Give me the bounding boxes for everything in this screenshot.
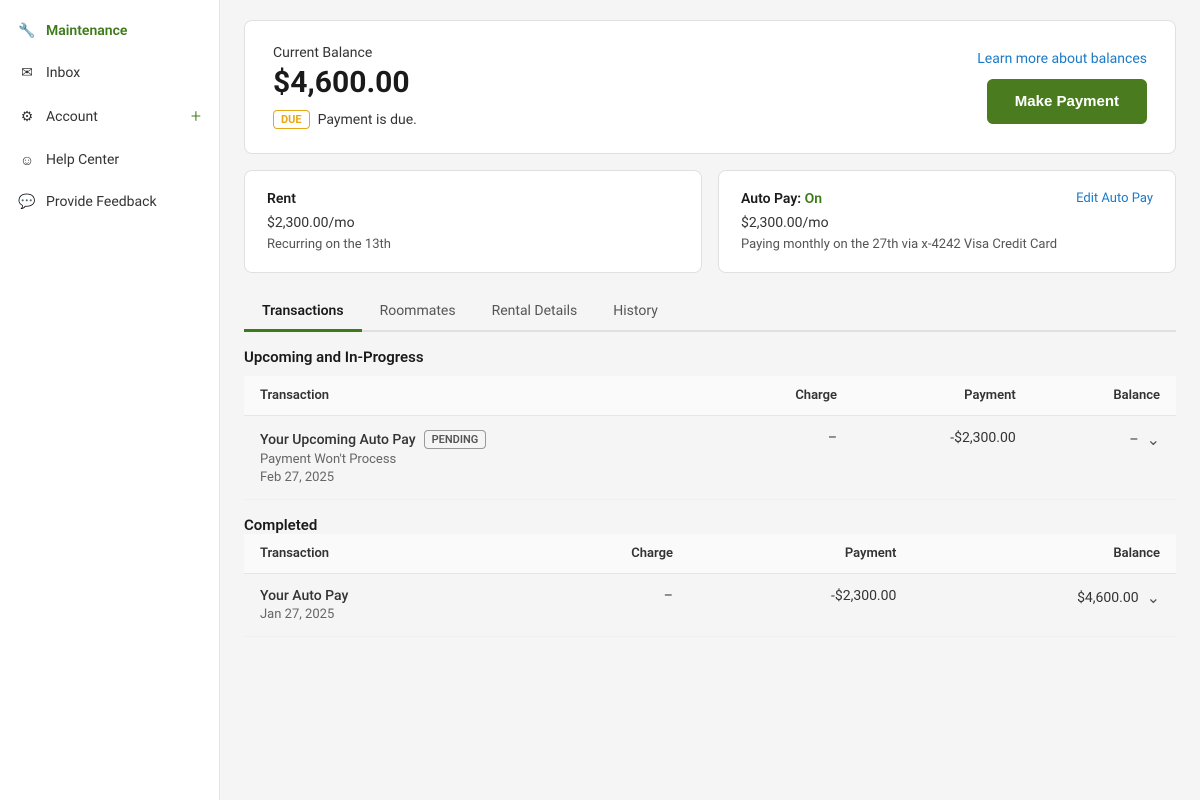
balance-label: Current Balance [273,45,417,61]
make-payment-button[interactable]: Make Payment [987,79,1147,124]
tabs-bar: Transactions Roommates Rental Details Hi… [244,293,1176,332]
tab-history[interactable]: History [595,293,676,332]
upcoming-tx-sub1: Payment Won't Process [260,452,702,467]
balance-amount: $4,600.00 [273,65,417,100]
table-row: Your Auto Pay Jan 27, 2025 – -$2,300.00 … [244,574,1176,637]
upcoming-heading: Upcoming and In-Progress [244,332,1176,376]
completed-heading: Completed [244,500,1176,534]
rent-amount: $2,300.00/mo [267,215,679,231]
rent-recurring: Recurring on the 13th [267,237,679,252]
table-row: Your Upcoming Auto Pay PENDING Payment W… [244,416,1176,500]
sidebar-item-provide-feedback[interactable]: 💬 Provide Feedback [0,181,219,223]
info-cards-row: Rent $2,300.00/mo Recurring on the 13th … [244,170,1176,273]
help-icon: ☺ [18,151,36,169]
sidebar-item-help-center[interactable]: ☺ Help Center [0,139,219,181]
rent-title: Rent [267,191,679,207]
chevron-down-icon[interactable]: ⌄ [1147,588,1160,607]
rent-card: Rent $2,300.00/mo Recurring on the 13th [244,170,702,273]
balance-card: Current Balance $4,600.00 DUE Payment is… [244,20,1176,154]
tab-roommates[interactable]: Roommates [362,293,474,332]
autopay-description: Paying monthly on the 27th via x-4242 Vi… [741,237,1153,252]
learn-more-link[interactable]: Learn more about balances [977,51,1147,67]
completed-table: Transaction Charge Payment Balance Your … [244,534,1176,637]
edit-autopay-link[interactable]: Edit Auto Pay [1076,191,1153,206]
due-text: Payment is due. [318,112,417,128]
col-payment-completed: Payment [689,534,912,574]
col-balance-completed: Balance [912,534,1176,574]
sidebar-item-maintenance[interactable]: 🔧 Maintenance [0,10,219,52]
completed-tx-payment: -$2,300.00 [689,574,912,637]
completed-tx-balance: $4,600.00 ⌄ [912,574,1176,637]
due-row: DUE Payment is due. [273,110,417,129]
balance-actions: Learn more about balances Make Payment [977,51,1147,124]
upcoming-tx-payment: -$2,300.00 [853,416,1032,500]
upcoming-section: Upcoming and In-Progress Transaction Cha… [244,332,1176,500]
upcoming-tx-balance: – ⌄ [1032,416,1176,500]
completed-tx-name-cell: Your Auto Pay Jan 27, 2025 [244,574,520,637]
autopay-amount: $2,300.00/mo [741,215,1153,231]
upcoming-tx-charge: – [718,416,853,500]
sidebar-item-account[interactable]: ⚙ Account + [0,94,219,139]
gear-icon: ⚙ [18,108,36,126]
col-charge-completed: Charge [520,534,689,574]
pending-badge: PENDING [424,430,487,449]
completed-tx-sub1: Jan 27, 2025 [260,607,504,622]
upcoming-tx-name: Your Upcoming Auto Pay PENDING [260,430,702,449]
completed-section: Completed Transaction Charge Payment Bal… [244,500,1176,637]
balance-info: Current Balance $4,600.00 DUE Payment is… [273,45,417,129]
autopay-header: Auto Pay: On Edit Auto Pay [741,191,1153,215]
tab-transactions[interactable]: Transactions [244,293,362,332]
col-payment-upcoming: Payment [853,376,1032,416]
upcoming-tx-sub2: Feb 27, 2025 [260,470,702,485]
feedback-icon: 💬 [18,193,36,211]
main-content: Current Balance $4,600.00 DUE Payment is… [220,0,1200,800]
chevron-down-icon[interactable]: ⌄ [1147,430,1160,449]
tab-rental-details[interactable]: Rental Details [474,293,596,332]
tool-icon: 🔧 [18,22,36,40]
inbox-icon: ✉ [18,64,36,82]
col-transaction-completed: Transaction [244,534,520,574]
autopay-status: On [805,191,822,207]
completed-tx-name: Your Auto Pay [260,588,504,604]
upcoming-table: Transaction Charge Payment Balance Your … [244,376,1176,500]
col-balance-upcoming: Balance [1032,376,1176,416]
due-badge: DUE [273,110,310,129]
completed-tx-charge: – [520,574,689,637]
sidebar-item-inbox[interactable]: ✉ Inbox [0,52,219,94]
upcoming-tx-name-cell: Your Upcoming Auto Pay PENDING Payment W… [244,416,718,500]
autopay-title: Auto Pay: On [741,191,822,207]
add-account-button[interactable]: + [191,106,201,127]
col-charge-upcoming: Charge [718,376,853,416]
col-transaction-upcoming: Transaction [244,376,718,416]
autopay-card: Auto Pay: On Edit Auto Pay $2,300.00/mo … [718,170,1176,273]
sidebar: 🔧 Maintenance ✉ Inbox ⚙ Account + ☺ Help… [0,0,220,800]
